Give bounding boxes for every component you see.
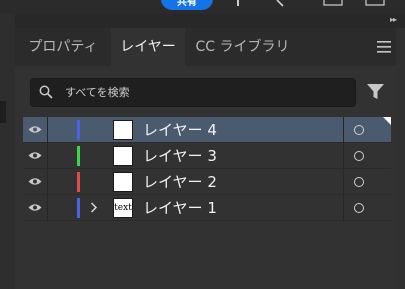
panel-collapse-bar: ▸▸ bbox=[15, 14, 405, 28]
layer-color-bar bbox=[77, 172, 80, 192]
share-button[interactable]: 共有 bbox=[161, 0, 213, 10]
user-icon[interactable] bbox=[232, 0, 244, 8]
chevron-right-icon[interactable] bbox=[90, 202, 98, 213]
selection-corner-indicator bbox=[383, 117, 391, 125]
tab-layers[interactable]: レイヤー bbox=[111, 28, 185, 66]
target-circle-icon[interactable] bbox=[354, 203, 364, 213]
target-circle-icon[interactable] bbox=[354, 125, 364, 135]
column-divider bbox=[47, 143, 48, 168]
layer-thumbnail bbox=[113, 172, 133, 192]
layer-name[interactable]: レイヤー 3 bbox=[143, 143, 217, 169]
eye-icon[interactable] bbox=[28, 203, 42, 212]
layer-row[interactable]: レイヤー 2 bbox=[23, 169, 391, 195]
window-icon[interactable] bbox=[322, 0, 344, 8]
column-divider bbox=[47, 117, 48, 142]
layer-color-bar bbox=[77, 146, 80, 166]
layer-thumbnail bbox=[113, 146, 133, 166]
layer-thumbnail: text bbox=[113, 198, 133, 218]
tab-properties[interactable]: プロパティ bbox=[15, 28, 111, 66]
search-input[interactable] bbox=[65, 79, 345, 106]
column-divider bbox=[47, 195, 48, 220]
eye-icon[interactable] bbox=[28, 151, 42, 160]
layer-name[interactable]: レイヤー 1 bbox=[143, 195, 217, 221]
window-icon[interactable] bbox=[364, 0, 386, 8]
target-circle-icon[interactable] bbox=[354, 151, 364, 161]
layer-name[interactable]: レイヤー 4 bbox=[143, 117, 217, 143]
eye-icon[interactable] bbox=[28, 177, 42, 186]
double-chevron-right-icon[interactable]: ▸▸ bbox=[390, 15, 397, 24]
left-panel-edge bbox=[0, 14, 15, 289]
search-icon bbox=[39, 85, 53, 99]
left-panel-mark bbox=[0, 101, 6, 123]
search-box[interactable] bbox=[30, 78, 356, 107]
column-divider bbox=[343, 117, 344, 142]
layers-panel: プロパティ レイヤー CC ライブラリ レイヤー 4 bbox=[15, 28, 396, 289]
column-divider bbox=[343, 143, 344, 168]
layer-row[interactable]: レイヤー 4 bbox=[23, 117, 391, 143]
eye-icon[interactable] bbox=[28, 125, 42, 134]
layer-thumbnail bbox=[113, 120, 133, 140]
tab-cc-libraries[interactable]: CC ライブラリ bbox=[185, 28, 300, 66]
layer-color-bar bbox=[77, 198, 80, 218]
column-divider bbox=[343, 169, 344, 194]
app-top-bar: 共有 bbox=[0, 0, 405, 14]
layers-list: レイヤー 4 レイヤー 3 レイヤー 2 text レイヤー 1 bbox=[23, 117, 396, 289]
layer-row[interactable]: text レイヤー 1 bbox=[23, 195, 391, 221]
panel-tab-bar: プロパティ レイヤー CC ライブラリ bbox=[15, 28, 396, 66]
column-divider bbox=[343, 195, 344, 220]
filter-icon[interactable] bbox=[367, 84, 384, 100]
target-circle-icon[interactable] bbox=[354, 177, 364, 187]
search-icon[interactable] bbox=[274, 0, 288, 8]
layer-row[interactable]: レイヤー 3 bbox=[23, 143, 391, 169]
right-panel-edge bbox=[396, 28, 405, 289]
hamburger-menu-icon[interactable] bbox=[377, 41, 391, 53]
layer-name[interactable]: レイヤー 2 bbox=[143, 169, 217, 195]
layer-color-bar bbox=[77, 120, 80, 140]
column-divider bbox=[47, 169, 48, 194]
